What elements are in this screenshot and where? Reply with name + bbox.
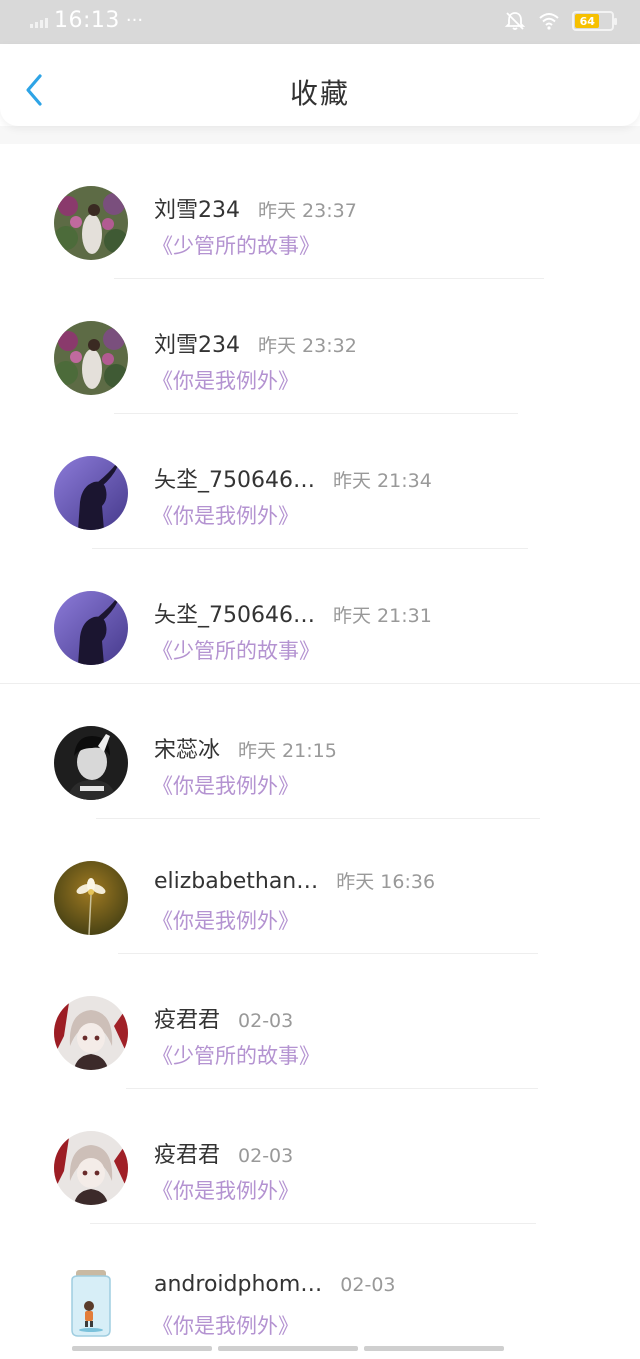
avatar[interactable] (54, 456, 128, 530)
bottom-strip (72, 1346, 504, 1351)
timestamp: 昨天 16:36 (336, 871, 436, 893)
list-item[interactable]: 疫君君 02-03 《少管所的故事》 (0, 954, 640, 1089)
avatar[interactable] (54, 861, 128, 935)
avatar[interactable] (54, 1131, 128, 1205)
wifi-icon (539, 13, 559, 30)
user-name[interactable]: 夨坔_750646… (154, 597, 315, 629)
book-title-link[interactable]: 《你是我例外》 (152, 1310, 299, 1340)
header-gap (0, 126, 640, 144)
list-item[interactable]: 刘雪234 昨天 23:32 《你是我例外》 (0, 279, 640, 414)
avatar[interactable] (54, 591, 128, 665)
book-title-link[interactable]: 《少管所的故事》 (152, 230, 320, 260)
timestamp: 02-03 (238, 1010, 294, 1032)
user-name[interactable]: androidphom… (154, 1272, 322, 1297)
battery-icon: 64 (572, 11, 617, 31)
item-meta: 夨坔_750646… 昨天 21:34 (154, 462, 432, 494)
bell-off-icon (504, 12, 526, 30)
item-meta: 宋蕊冰 昨天 21:15 (154, 732, 337, 764)
list-item[interactable]: 疫君君 02-03 《你是我例外》 (0, 1089, 640, 1224)
page-title: 收藏 (289, 77, 350, 110)
header: 收藏 (0, 44, 640, 126)
item-meta: 夨坔_750646… 昨天 21:31 (154, 597, 432, 629)
book-title-link[interactable]: 《少管所的故事》 (152, 635, 320, 665)
status-more-dots: ··· (125, 10, 144, 31)
signal-icon (30, 14, 48, 28)
timestamp: 昨天 23:37 (258, 200, 357, 222)
timestamp: 02-03 (238, 1145, 294, 1167)
status-time: 16:13 (54, 8, 120, 33)
item-meta: 疫君君 02-03 (154, 1002, 293, 1034)
user-name[interactable]: elizbabethan… (154, 869, 318, 894)
avatar[interactable] (54, 996, 128, 1070)
avatar[interactable] (54, 186, 128, 260)
user-name[interactable]: 疫君君 (154, 1137, 220, 1169)
timestamp: 昨天 21:31 (332, 605, 432, 627)
list-item[interactable]: 宋蕊冰 昨天 21:15 《你是我例外》 (0, 684, 640, 819)
list-item[interactable]: 刘雪234 昨天 23:37 《少管所的故事》 (0, 144, 640, 279)
book-title-link[interactable]: 《你是我例外》 (152, 770, 299, 800)
item-meta: 疫君君 02-03 (154, 1137, 293, 1169)
book-title-link[interactable]: 《你是我例外》 (152, 1175, 299, 1205)
user-name[interactable]: 疫君君 (154, 1002, 220, 1034)
user-name[interactable]: 刘雪234 (154, 192, 240, 224)
avatar[interactable] (54, 1266, 128, 1340)
status-bar: 16:13 ··· 64 (0, 0, 640, 44)
avatar[interactable] (54, 726, 128, 800)
item-meta: 刘雪234 昨天 23:37 (154, 192, 357, 224)
book-title-link[interactable]: 《你是我例外》 (152, 500, 299, 530)
user-name[interactable]: 夨坔_750646… (154, 462, 315, 494)
book-title-link[interactable]: 《你是我例外》 (152, 365, 299, 395)
favorites-list: 刘雪234 昨天 23:37 《少管所的故事》 刘雪234 昨天 23:32 《你是我例… (0, 144, 640, 1359)
timestamp: 昨天 23:32 (258, 335, 357, 357)
battery-level: 64 (575, 14, 600, 28)
avatar[interactable] (54, 321, 128, 395)
list-item[interactable]: 夨坔_750646… 昨天 21:34 《你是我例外》 (0, 414, 640, 549)
status-right: 64 (504, 10, 617, 32)
item-meta: androidphom… 02-03 (154, 1272, 396, 1297)
list-item[interactable]: 夨坔_750646… 昨天 21:31 《少管所的故事》 (0, 549, 640, 684)
user-name[interactable]: 刘雪234 (154, 327, 240, 359)
item-meta: 刘雪234 昨天 23:32 (154, 327, 357, 359)
timestamp: 昨天 21:34 (332, 470, 432, 492)
list-item[interactable]: elizbabethan… 昨天 16:36 《你是我例外》 (0, 819, 640, 954)
book-title-link[interactable]: 《你是我例外》 (152, 905, 299, 935)
item-meta: elizbabethan… 昨天 16:36 (154, 867, 435, 894)
user-name[interactable]: 宋蕊冰 (154, 732, 220, 764)
timestamp: 02-03 (340, 1274, 396, 1296)
book-title-link[interactable]: 《少管所的故事》 (152, 1040, 320, 1070)
timestamp: 昨天 21:15 (238, 740, 337, 762)
list-item[interactable]: androidphom… 02-03 《你是我例外》 (0, 1224, 640, 1359)
status-left: 16:13 ··· (30, 8, 143, 33)
